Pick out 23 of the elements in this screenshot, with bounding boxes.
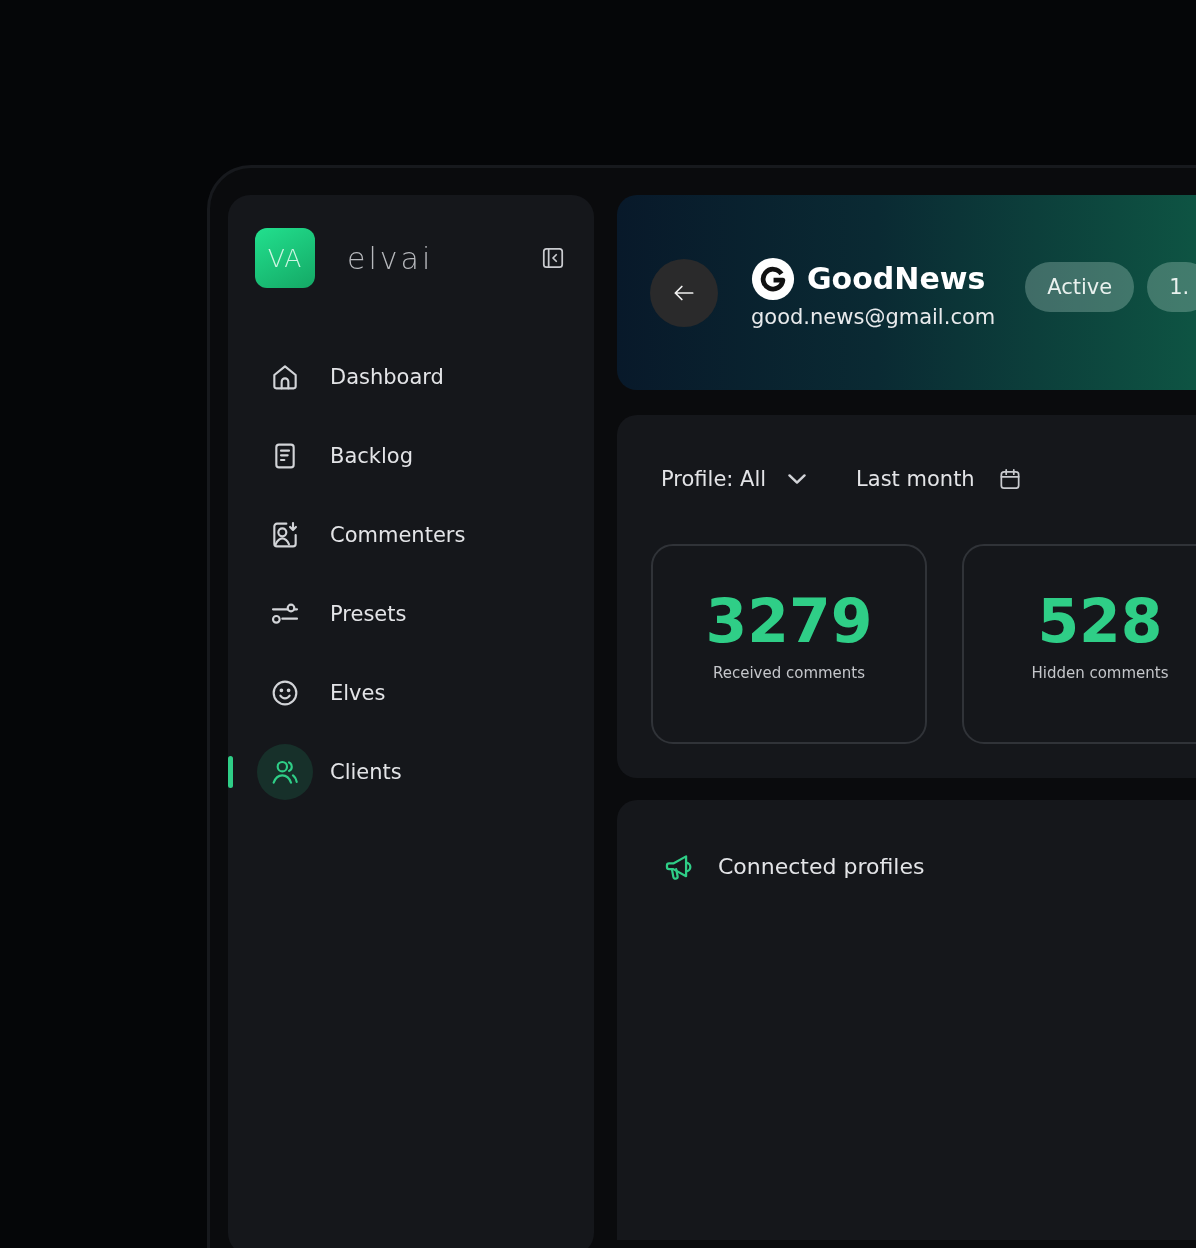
- active-indicator: [228, 756, 233, 788]
- stat-value: 528: [1037, 586, 1163, 656]
- nav-item[interactable]: Presets: [228, 586, 594, 642]
- stat-value: 3279: [705, 586, 873, 656]
- stat-label: Received comments: [712, 664, 866, 682]
- brand-name: elvai: [347, 240, 435, 276]
- client-email: good.news@gmail.com: [751, 304, 996, 329]
- profile-dropdown[interactable]: Profile: All: [661, 467, 807, 491]
- nav-item[interactable]: Backlog: [228, 428, 594, 484]
- client-name: GoodNews: [807, 261, 986, 296]
- nav-item[interactable]: Clients: [228, 744, 594, 800]
- logo: VA: [255, 228, 315, 288]
- section-title: Connected profiles: [718, 853, 925, 881]
- status-chip: 1.: [1147, 261, 1196, 312]
- g-logo-icon: [751, 256, 795, 301]
- chevron-down-icon: [788, 474, 807, 484]
- nav-item[interactable]: Commenters: [228, 507, 594, 563]
- nav-item[interactable]: Elves: [228, 665, 594, 721]
- date-range-picker[interactable]: Last month: [856, 466, 1023, 492]
- status-chip: Active: [1025, 261, 1135, 312]
- nav-item[interactable]: Dashboard: [228, 349, 594, 405]
- stat-label: Hidden comments: [1031, 664, 1169, 682]
- sidebar-collapse-icon[interactable]: [540, 245, 566, 271]
